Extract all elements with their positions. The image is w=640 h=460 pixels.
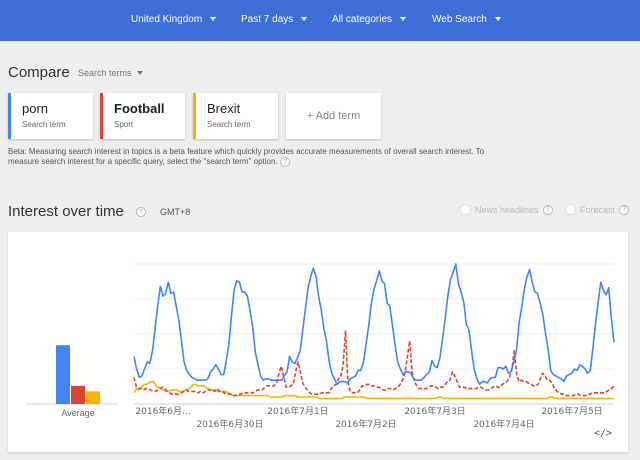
help-icon[interactable]: ? (279, 157, 290, 167)
compare-title: Compare (8, 64, 70, 81)
code-embed-icon[interactable]: </> (594, 428, 612, 439)
chevron-down-icon (136, 71, 143, 75)
chevron-down-icon (210, 17, 217, 21)
forecast-toggle[interactable]: Forecast ? (565, 204, 630, 215)
series-line-porn (133, 263, 615, 386)
interest-over-time-chart: Average 2016年6月... 2016年6月30日 2016年7月1日 2016… (26, 263, 615, 430)
time-range-filter-label: Past 7 days (241, 13, 294, 25)
chevron-down-icon (400, 17, 407, 21)
category-filter-label: All categories (332, 13, 393, 25)
term-card-brexit[interactable]: Brexit Search term (193, 93, 278, 139)
term-type: Sport (114, 120, 134, 129)
average-bar-porn (56, 345, 70, 404)
chevron-down-icon (494, 17, 501, 21)
term-type: Search term (207, 120, 251, 129)
filter-bar: United Kingdom Past 7 days All categorie… (0, 0, 640, 41)
term-color-bar (193, 93, 196, 139)
radio-icon (565, 204, 576, 215)
series-line-football (133, 330, 615, 397)
news-headlines-label: News headlines (475, 204, 539, 215)
search-type-filter-label: Web Search (432, 13, 487, 25)
help-icon[interactable]: ? (136, 207, 146, 217)
x-tick-label: 2016年6月30日 (196, 418, 263, 430)
interest-chart-card: Average 2016年6月... 2016年6月30日 2016年7月1日 2016… (8, 232, 628, 452)
average-bar-brexit (86, 391, 100, 404)
time-range-filter[interactable]: Past 7 days (241, 10, 308, 28)
region-filter-label: United Kingdom (131, 13, 203, 25)
compare-mode-label: Search terms (78, 68, 132, 78)
x-tick-label: 2016年7月5日 (541, 405, 602, 417)
term-type: Search term (22, 120, 66, 129)
compare-mode-dropdown[interactable]: Search terms (78, 68, 143, 78)
term-color-bar (8, 93, 11, 139)
chevron-down-icon (301, 17, 308, 21)
beta-note-text: Beta: Measuring search interest in topic… (8, 147, 485, 167)
average-label: Average (61, 408, 94, 418)
x-tick-label: 2016年7月1日 (267, 405, 328, 417)
x-tick-label: 2016年7月3日 (404, 405, 465, 417)
radio-icon (460, 204, 471, 215)
news-headlines-toggle[interactable]: News headlines ? (460, 204, 553, 215)
x-tick-label: 2016年6月... (135, 405, 190, 417)
term-name: Football (114, 101, 165, 116)
category-filter[interactable]: All categories (332, 10, 407, 28)
region-filter[interactable]: United Kingdom (131, 10, 217, 28)
timezone-label: GMT+8 (160, 207, 191, 217)
search-type-filter[interactable]: Web Search (432, 10, 501, 28)
series-line-brexit (133, 380, 614, 400)
forecast-label: Forecast (580, 204, 616, 215)
term-name: porn (22, 101, 49, 116)
help-icon[interactable]: ? (619, 204, 630, 215)
help-icon[interactable]: ? (542, 204, 553, 215)
x-tick-label: 2016年7月2日 (335, 418, 396, 430)
average-bar-football (71, 385, 85, 404)
term-card-porn[interactable]: porn Search term (8, 93, 93, 139)
term-name: Brexit (207, 101, 241, 116)
add-term-button[interactable]: + Add term (286, 93, 381, 139)
interest-over-time-title: Interest over time (8, 203, 124, 220)
term-card-football[interactable]: Football Sport (100, 93, 185, 139)
term-color-bar (100, 93, 103, 139)
beta-note: Beta: Measuring search interest in topic… (8, 147, 508, 167)
x-tick-label: 2016年7月4日 (473, 418, 534, 430)
